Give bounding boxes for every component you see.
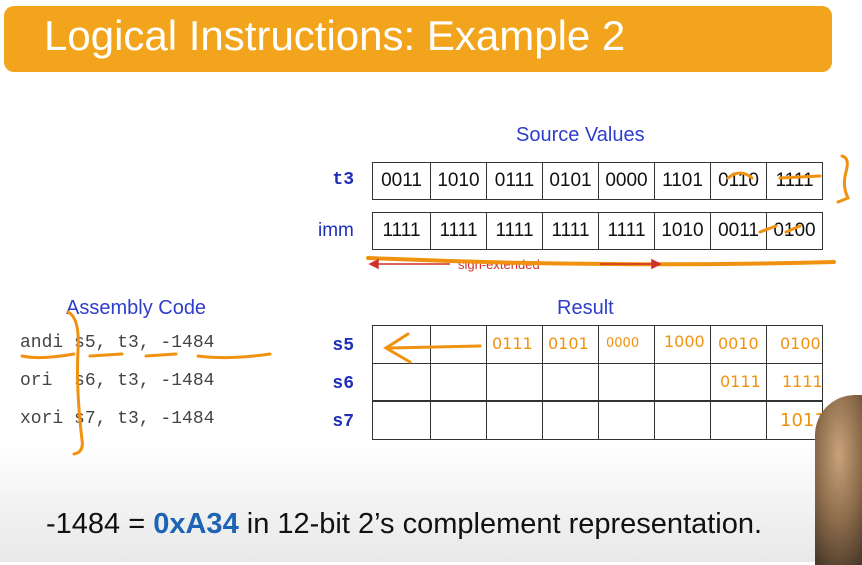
handwriting-overlay bbox=[20, 154, 851, 456]
sign-extend-arrowhead-left bbox=[368, 258, 379, 270]
t3-bracket-stroke bbox=[836, 154, 851, 204]
s6-handwritten-nibble: 0111 bbox=[720, 372, 761, 391]
s6-handwritten-nibble: 1111 bbox=[782, 372, 823, 391]
s5-handwritten-nibble: 1000 bbox=[664, 332, 705, 351]
note-suffix: in 12-bit 2’s complement representation. bbox=[238, 508, 763, 540]
s5-handwritten-nibble: 0111 bbox=[492, 334, 533, 353]
s5-arrow-shaft bbox=[388, 344, 482, 350]
s5-handwritten-nibble: 0100 bbox=[780, 334, 821, 353]
sign-extend-arrowhead-right bbox=[651, 258, 662, 270]
hex-value: 0xA34 bbox=[153, 508, 239, 540]
imm-underline bbox=[196, 352, 272, 360]
s5-handwritten-nibble: 0000 bbox=[606, 336, 640, 351]
t3-scribble bbox=[778, 174, 822, 180]
presenter-video-thumbnail bbox=[815, 395, 862, 565]
bottom-note: -1484 = 0xA34 in 12-bit 2’s complement r… bbox=[46, 508, 762, 541]
note-prefix: -1484 = bbox=[46, 508, 154, 540]
t3-underline bbox=[144, 352, 178, 358]
s5-handwritten-nibble: 0010 bbox=[718, 334, 759, 353]
s5-underline bbox=[88, 352, 124, 358]
t3-scribble bbox=[726, 171, 754, 180]
imm-arrow-stroke bbox=[758, 224, 778, 234]
s5-handwritten-nibble: 0101 bbox=[548, 334, 589, 353]
andi-underline bbox=[20, 352, 76, 360]
imm-arrow-stroke bbox=[784, 224, 802, 234]
code-bracket-stroke bbox=[66, 310, 84, 456]
